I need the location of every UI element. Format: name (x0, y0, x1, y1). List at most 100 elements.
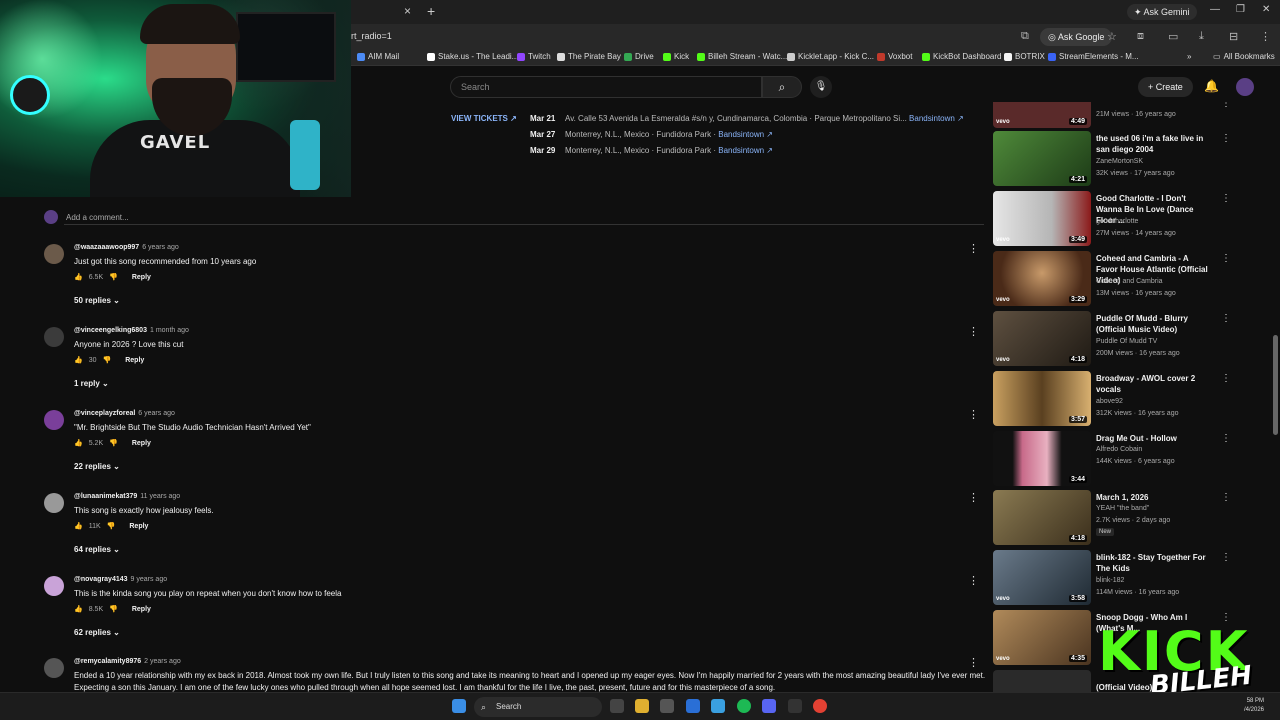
file-explorer-icon[interactable] (635, 699, 649, 713)
dislike-icon[interactable]: 👎 (103, 356, 112, 364)
close-window-icon[interactable]: ✕ (1262, 4, 1270, 15)
view-replies-button[interactable]: 64 replies ⌄ (74, 545, 120, 554)
video-menu-icon[interactable]: ⋮ (1221, 102, 1231, 109)
related-video[interactable]: 3:57 Broadway - AWOL cover 2 vocals abov… (993, 371, 1233, 427)
sidepanel-icon[interactable]: ▭ (1168, 30, 1178, 43)
dislike-icon[interactable]: 👎 (109, 273, 118, 281)
store-icon[interactable] (660, 699, 674, 713)
video-thumbnail[interactable]: vevo 4:49 (993, 102, 1091, 128)
bookmark-item[interactable]: Twitch (517, 52, 551, 61)
comment-menu-icon[interactable]: ⋮ (968, 491, 979, 504)
video-channel[interactable]: goodcharlotte (1096, 218, 1138, 225)
bookmark-item[interactable]: Kick (663, 52, 689, 61)
bookmark-item[interactable]: StreamElements - M... (1048, 52, 1139, 61)
view-replies-button[interactable]: 62 replies ⌄ (74, 628, 120, 637)
video-menu-icon[interactable]: ⋮ (1221, 492, 1231, 503)
bookmark-item[interactable]: KickBot Dashboard (922, 52, 1001, 61)
ask-gemini-button[interactable]: ✦ Ask Gemini (1127, 4, 1197, 20)
dislike-icon[interactable]: 👎 (109, 439, 118, 447)
video-thumbnail[interactable]: vevo 4:18 (993, 311, 1091, 366)
video-menu-icon[interactable]: ⋮ (1221, 433, 1231, 444)
video-thumbnail[interactable]: vevo 3:58 (993, 550, 1091, 605)
related-video[interactable]: vevo 3:58 blink-182 - Stay Together For T… (993, 550, 1233, 606)
video-thumbnail[interactable] (993, 670, 1091, 692)
comment-time[interactable]: 9 years ago (131, 576, 168, 583)
video-title[interactable]: Drag Me Out - Hollow (1096, 433, 1211, 444)
bookmark-item[interactable]: Kicklet.app - Kick C... (787, 52, 874, 61)
comment-time[interactable]: 11 years ago (140, 493, 180, 500)
dislike-icon[interactable]: 👎 (107, 522, 116, 530)
comment-author[interactable]: @waazaaawoop997 (74, 244, 139, 251)
add-comment-input[interactable]: Add a comment... (66, 213, 129, 222)
related-video[interactable]: 4:18 March 1, 2026 YEAH "the band" 2.7K … (993, 490, 1233, 546)
comment-time[interactable]: 6 years ago (142, 244, 179, 251)
video-thumbnail[interactable]: vevo 4:35 (993, 610, 1091, 665)
edge-icon[interactable] (711, 699, 725, 713)
url-text[interactable]: rt_radio=1 (351, 31, 392, 41)
video-thumbnail[interactable]: vevo 3:29 (993, 251, 1091, 306)
related-video[interactable]: vevo 4:49 21M views · 16 years ago ⋮ (993, 102, 1233, 128)
avatar[interactable] (44, 244, 64, 264)
video-title[interactable]: the used 06 i'm a fake live in san diego… (1096, 133, 1211, 155)
comment-time[interactable]: 1 month ago (150, 327, 189, 334)
bookmarks-overflow-icon[interactable]: » (1187, 52, 1191, 61)
all-bookmarks[interactable]: ▭ All Bookmarks (1213, 52, 1275, 61)
reply-button[interactable]: Reply (129, 523, 148, 530)
outlook-icon[interactable] (686, 699, 700, 713)
comment-menu-icon[interactable]: ⋮ (968, 325, 979, 338)
comment-menu-icon[interactable]: ⋮ (968, 574, 979, 587)
video-menu-icon[interactable]: ⋮ (1221, 313, 1231, 324)
video-channel[interactable]: ZaneMortonSK (1096, 158, 1143, 165)
video-channel[interactable]: above92 (1096, 398, 1123, 405)
avatar[interactable] (44, 658, 64, 678)
scrollbar[interactable] (1273, 335, 1278, 435)
windows-start-icon[interactable] (452, 699, 466, 713)
download-icon[interactable]: ⤓ (1199, 30, 1204, 43)
extensions-icon[interactable]: ⧈ (1137, 30, 1144, 43)
chrome-icon[interactable] (813, 699, 827, 713)
related-video[interactable]: vevo 4:18 Puddle Of Mudd - Blurry (Offici… (993, 311, 1233, 367)
split-icon[interactable]: ⊟ (1229, 30, 1238, 43)
video-channel[interactable]: Alfredo Cobain (1096, 446, 1142, 453)
spotify-icon[interactable] (737, 699, 751, 713)
video-thumbnail[interactable]: 3:44 (993, 431, 1091, 486)
video-thumbnail[interactable]: vevo 3:49 (993, 191, 1091, 246)
comment-time[interactable]: 6 years ago (138, 410, 175, 417)
video-thumbnail[interactable]: 3:57 (993, 371, 1091, 426)
ask-google-button[interactable]: ◎ Ask Google (1040, 28, 1113, 46)
reply-button[interactable]: Reply (132, 440, 151, 447)
bandsintown-link[interactable]: Bandsintown ↗ (718, 130, 773, 139)
taskbar-search[interactable]: ⌕ Search (474, 697, 602, 717)
reply-button[interactable]: Reply (132, 274, 151, 281)
avatar[interactable] (44, 493, 64, 513)
comment-author[interactable]: @novagray4143 (74, 576, 128, 583)
comment-time[interactable]: 2 years ago (144, 658, 181, 665)
account-avatar[interactable] (1236, 78, 1254, 96)
create-button[interactable]: + Create (1138, 77, 1193, 97)
video-title[interactable]: blink-182 - Stay Together For The Kids (1096, 552, 1211, 574)
comment-author[interactable]: @vinceengelking6803 (74, 327, 147, 334)
like-icon[interactable]: 👍 (74, 522, 83, 530)
search-input[interactable]: Search (450, 76, 762, 98)
view-replies-button[interactable]: 1 reply ⌄ (74, 379, 109, 388)
bandsintown-link[interactable]: Bandsintown ↗ (909, 114, 964, 123)
task-view-icon[interactable] (610, 699, 624, 713)
video-title[interactable]: March 1, 2026 (1096, 492, 1211, 503)
discord-icon[interactable] (762, 699, 776, 713)
maximize-icon[interactable]: ❐ (1236, 4, 1245, 15)
related-video[interactable]: vevo 3:49 Good Charlotte - I Don't Wanna … (993, 191, 1233, 247)
search-button[interactable]: ⌕ (762, 76, 802, 98)
bookmark-item[interactable]: AIM Mail (357, 52, 399, 61)
like-icon[interactable]: 👍 (74, 356, 83, 364)
comment-menu-icon[interactable]: ⋮ (968, 656, 979, 669)
avatar[interactable] (44, 410, 64, 430)
video-title[interactable]: Puddle Of Mudd - Blurry (Official Music … (1096, 313, 1211, 335)
related-video[interactable]: 4:21 the used 06 i'm a fake live in san … (993, 131, 1233, 187)
view-tickets-link[interactable]: VIEW TICKETS ↗ (451, 114, 517, 123)
menu-dots-icon[interactable]: ⋮ (1260, 30, 1271, 43)
bandsintown-link[interactable]: Bandsintown ↗ (718, 146, 773, 155)
video-channel[interactable]: blink-182 (1096, 577, 1124, 584)
related-video[interactable]: 3:44 Drag Me Out - Hollow Alfredo Cobain… (993, 431, 1233, 487)
view-replies-button[interactable]: 50 replies ⌄ (74, 296, 120, 305)
tab-close-icon[interactable]: × (404, 4, 411, 18)
